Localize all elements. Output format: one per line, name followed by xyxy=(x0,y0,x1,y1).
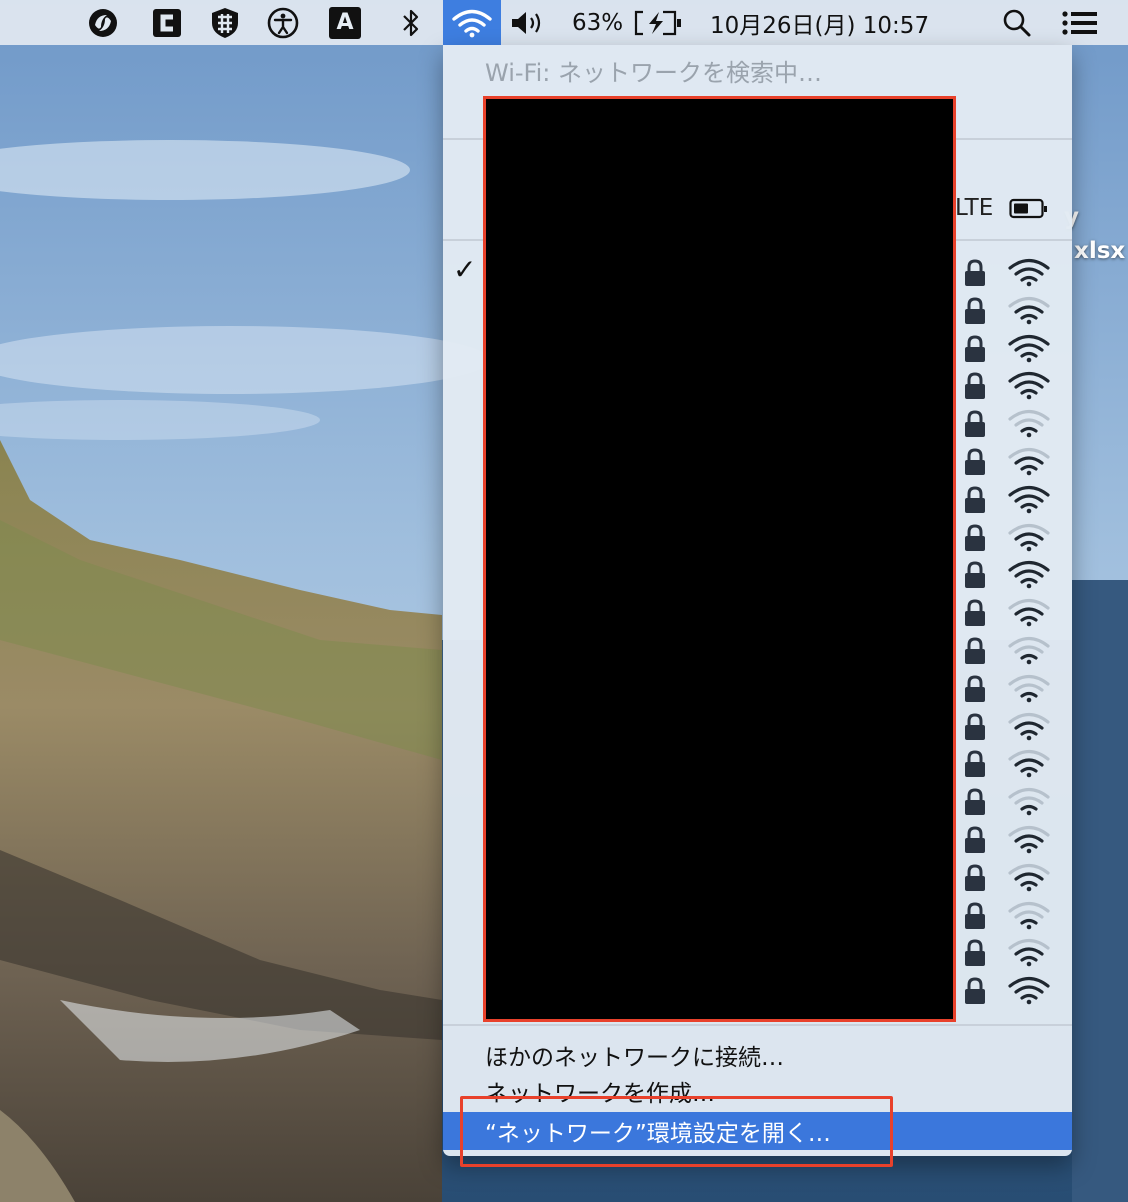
lock-icon xyxy=(965,486,985,513)
lock-icon xyxy=(965,259,985,286)
wifi-signal-icon xyxy=(1008,599,1050,627)
lock-icon xyxy=(965,902,985,929)
wifi-status-text: Wi-Fi: ネットワークを検索中… xyxy=(485,59,822,87)
wifi-signal-icon xyxy=(1008,863,1050,892)
hotspot-battery-icon xyxy=(1009,198,1047,219)
wifi-signal-icon xyxy=(1008,712,1050,740)
lock-icon xyxy=(965,599,985,627)
battery-percent-text: 63% xyxy=(572,9,624,36)
lock-icon xyxy=(965,939,985,967)
c-app-icon[interactable] xyxy=(148,0,186,45)
annotation-highlight-box xyxy=(460,1096,893,1167)
lock-icon xyxy=(965,864,985,891)
lock-icon xyxy=(965,372,985,400)
lock-icon xyxy=(965,750,985,778)
lock-icon xyxy=(965,448,985,475)
lock-icon xyxy=(965,788,985,816)
desktop-file-label-xlsx[interactable]: xlsx xyxy=(1074,238,1125,264)
input-source-icon[interactable]: A xyxy=(326,0,364,45)
wifi-signal-icon xyxy=(1008,750,1050,778)
wifi-signal-icon xyxy=(1008,372,1050,400)
menubar-clock[interactable]: 10月26日(月) 10:57 xyxy=(710,0,970,45)
wifi-signal-icon xyxy=(1008,636,1050,665)
battery-percent: 63% xyxy=(572,0,628,45)
battery-charging-icon[interactable] xyxy=(632,0,684,45)
lock-icon xyxy=(965,977,985,1005)
clock-text: 10月26日(月) 10:57 xyxy=(710,12,930,39)
volume-icon[interactable] xyxy=(508,0,550,45)
join-other-network-label: ほかのネットワークに接続… xyxy=(485,1045,784,1071)
wifi-signal-icon xyxy=(1008,523,1050,551)
menu-separator xyxy=(443,1024,1072,1026)
wifi-signal-icon xyxy=(1008,296,1050,325)
wifi-signal-icon xyxy=(1008,258,1050,287)
wifi-icon xyxy=(452,9,492,37)
lock-icon xyxy=(965,637,985,664)
lock-icon xyxy=(965,410,985,438)
wifi-signal-icon xyxy=(1008,410,1050,438)
wifi-signal-icon xyxy=(1008,788,1050,816)
input-source-label: A xyxy=(329,6,361,39)
wifi-signal-icon xyxy=(1008,561,1050,589)
notification-center-icon[interactable] xyxy=(1058,0,1102,45)
lock-icon xyxy=(965,524,985,551)
wifi-signal-icon xyxy=(1008,939,1050,967)
lock-icon xyxy=(965,335,985,362)
wifi-signal-icon xyxy=(1008,447,1050,476)
wifi-signal-icon xyxy=(1008,334,1050,362)
sync-app-icon[interactable] xyxy=(82,0,124,45)
lock-icon xyxy=(965,561,985,589)
accessibility-icon[interactable] xyxy=(262,0,304,45)
wifi-menu-extra[interactable] xyxy=(443,0,501,45)
redacted-network-names xyxy=(483,96,956,1022)
bluetooth-icon[interactable] xyxy=(394,0,428,45)
spotlight-search-icon[interactable] xyxy=(998,0,1036,45)
lock-icon xyxy=(965,826,985,853)
wifi-signal-icon xyxy=(1008,901,1050,929)
join-other-network-item[interactable]: ほかのネットワークに接続… xyxy=(443,1036,1072,1074)
personal-hotspot-label[interactable]: LTE xyxy=(955,195,993,221)
wifi-signal-icon xyxy=(1008,485,1050,514)
menu-bar: A 63% 10月26日(月) 10:57 xyxy=(0,0,1128,45)
lock-icon xyxy=(965,713,985,740)
lock-icon xyxy=(965,675,985,702)
lock-icon xyxy=(965,297,985,324)
wifi-dropdown-menu: Wi-Fi: ネットワークを検索中… LTE ✓ ほかのネットワークに接続… ネ… xyxy=(443,45,1072,1156)
wifi-signal-icon xyxy=(1008,977,1050,1005)
shield-app-icon[interactable] xyxy=(206,0,244,45)
wifi-signal-icon xyxy=(1008,825,1050,854)
wifi-signal-icon xyxy=(1008,674,1050,703)
